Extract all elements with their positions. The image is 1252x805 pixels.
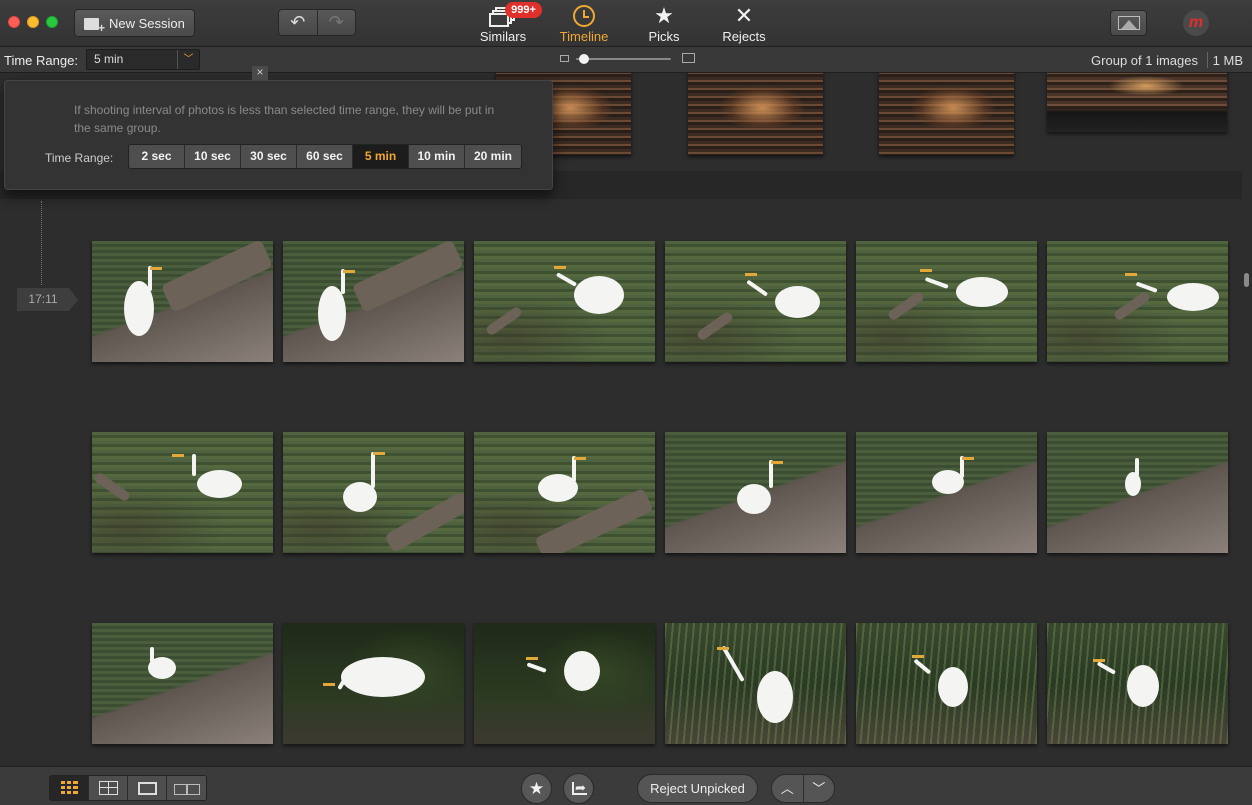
photo-thumbnail[interactable]	[879, 73, 1014, 155]
photo-thumbnail[interactable]	[688, 73, 823, 155]
share-icon	[572, 773, 587, 802]
time-marker: 17:11	[17, 288, 78, 311]
compare-view-button[interactable]	[167, 776, 206, 800]
photo-thumbnail[interactable]	[92, 241, 273, 362]
photo-thumbnail[interactable]	[1047, 73, 1227, 132]
tab-picks-label: Picks	[648, 29, 680, 44]
time-range-option[interactable]: 60 sec	[297, 145, 353, 168]
similars-count-badge: 999+	[505, 2, 542, 18]
close-icon[interactable]: ×	[252, 66, 268, 80]
close-window-button[interactable]	[8, 16, 20, 28]
time-range-popover: If shooting interval of photos is less t…	[4, 80, 553, 190]
tab-rejects[interactable]: ✕ Rejects	[718, 3, 770, 45]
photo-thumbnail[interactable]	[474, 432, 655, 553]
chevron-down-icon[interactable]: ﹀	[177, 50, 199, 69]
time-range-option[interactable]: 5 min	[353, 145, 409, 168]
reject-unpicked-button[interactable]: Reject Unpicked	[637, 774, 758, 803]
photo-thumbnail[interactable]	[856, 623, 1037, 744]
grid-medium-icon	[99, 781, 118, 795]
star-icon: ★	[528, 779, 545, 798]
slider-knob[interactable]	[579, 54, 589, 64]
time-range-option[interactable]: 20 min	[465, 145, 521, 168]
time-marker-label: 17:11	[17, 288, 69, 311]
compare-view-icon	[174, 784, 200, 795]
bottom-toolbar: ★ Reject Unpicked ︿ ﹀	[0, 766, 1252, 805]
large-image-icon	[682, 53, 695, 63]
photo-thumbnail[interactable]	[856, 432, 1037, 553]
grid-large-icon	[61, 781, 78, 795]
photo-thumbnail[interactable]	[856, 241, 1037, 362]
pick-button[interactable]: ★	[521, 773, 552, 804]
tab-picks[interactable]: ★ Picks	[643, 3, 685, 45]
navigation-group: ︿ ﹀	[771, 774, 835, 803]
image-info-button[interactable]	[1110, 10, 1147, 36]
photo-thumbnail[interactable]	[283, 432, 464, 553]
app-logo[interactable]: m	[1183, 10, 1209, 36]
tab-timeline[interactable]: Timeline	[556, 3, 612, 45]
time-range-option[interactable]: 30 sec	[241, 145, 297, 168]
time-range-label: Time Range:	[4, 53, 78, 68]
timeline-line	[41, 201, 42, 285]
chevron-up-icon: ︿	[780, 781, 794, 796]
divider	[1207, 52, 1208, 68]
photo-thumbnail[interactable]	[474, 241, 655, 362]
x-mark-icon: ✕	[734, 3, 754, 28]
time-range-value: 5 min	[94, 52, 124, 66]
title-bar: New Session ↶ ↷ Similars 999+ Timeline ★…	[0, 0, 1252, 47]
vertical-scrollbar[interactable]	[1242, 73, 1252, 766]
undo-button[interactable]: ↶	[279, 10, 317, 35]
time-range-options: 2 sec 10 sec 30 sec 60 sec 5 min 10 min 20 min	[128, 144, 522, 169]
photo-thumbnail[interactable]	[1047, 241, 1228, 362]
tab-similars-label: Similars	[479, 29, 527, 44]
next-button[interactable]: ﹀	[802, 775, 835, 802]
photo-thumbnail[interactable]	[1047, 432, 1228, 553]
photo-thumbnail[interactable]	[92, 623, 273, 744]
group-info: Group of 1 images	[1091, 53, 1198, 68]
small-image-icon	[560, 55, 569, 62]
photo-thumbnail[interactable]	[283, 623, 464, 744]
time-range-option[interactable]: 10 sec	[185, 145, 241, 168]
undo-arrow-icon: ↶	[290, 12, 306, 32]
scrollbar-thumb[interactable]	[1244, 273, 1249, 287]
photo-thumbnail[interactable]	[92, 432, 273, 553]
view-mode-group	[49, 775, 207, 801]
previous-button[interactable]: ︿	[772, 775, 803, 802]
time-range-description: If shooting interval of photos is less t…	[74, 103, 495, 135]
time-range-select[interactable]: 5 min ﹀	[86, 49, 200, 70]
app-window: New Session ↶ ↷ Similars 999+ Timeline ★…	[0, 0, 1252, 805]
photo-thumbnail[interactable]	[283, 241, 464, 362]
file-size: 1 MB	[1212, 53, 1243, 68]
sub-toolbar: Time Range: 5 min ﹀ Group of 1 images 1 …	[0, 47, 1252, 73]
redo-button[interactable]: ↷	[316, 10, 356, 35]
tab-rejects-label: Rejects	[722, 29, 766, 44]
undo-redo-group: ↶ ↷	[278, 9, 356, 36]
single-view-icon	[138, 782, 157, 795]
star-icon: ★	[654, 3, 674, 28]
photo-thumbnail[interactable]	[474, 623, 655, 744]
new-session-button[interactable]: New Session	[74, 9, 195, 37]
new-session-label: New Session	[109, 15, 185, 31]
new-folder-icon	[84, 15, 105, 35]
photo-thumbnail[interactable]	[665, 241, 846, 362]
grid-large-view-button[interactable]	[50, 776, 89, 800]
grid-medium-view-button[interactable]	[89, 776, 128, 800]
slider-track[interactable]	[576, 58, 671, 60]
single-view-button[interactable]	[128, 776, 167, 800]
photo-thumbnail[interactable]	[665, 432, 846, 553]
image-preview-icon	[1117, 16, 1140, 30]
minimize-window-button[interactable]	[27, 16, 39, 28]
share-button[interactable]	[563, 773, 594, 804]
clock-icon	[573, 5, 595, 27]
photo-thumbnail[interactable]	[1047, 623, 1228, 744]
tab-timeline-label: Timeline	[559, 29, 609, 44]
time-range-option[interactable]: 2 sec	[129, 145, 185, 168]
chevron-down-icon: ﹀	[812, 781, 826, 796]
zoom-window-button[interactable]	[46, 16, 58, 28]
photo-thumbnail[interactable]	[665, 623, 846, 744]
thumbnail-size-slider[interactable]	[560, 53, 695, 65]
time-range-option[interactable]: 10 min	[409, 145, 465, 168]
redo-arrow-icon: ↷	[328, 12, 344, 32]
popover-time-range-label: Time Range:	[45, 151, 114, 165]
